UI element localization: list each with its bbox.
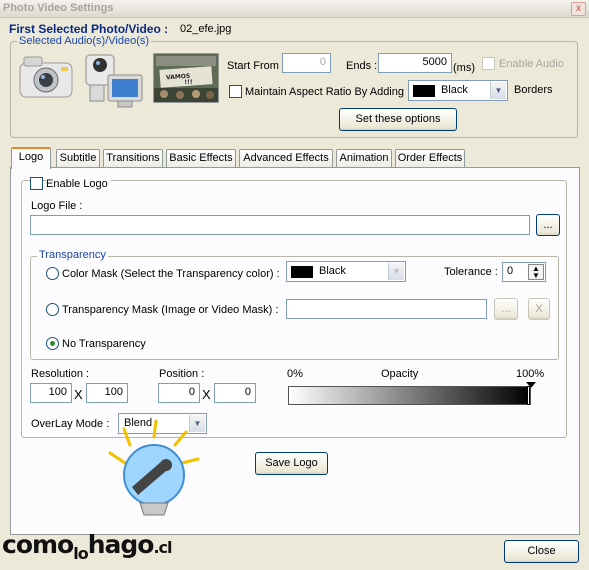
position-x-field[interactable]: 0: [158, 383, 200, 403]
enable-audio-checkbox[interactable]: [482, 57, 495, 70]
ends-label: Ends :: [346, 60, 378, 72]
resolution-label: Resolution :: [31, 368, 90, 380]
enable-logo-checkbox[interactable]: [30, 177, 43, 190]
transparency-mask-label: Transparency Mask (Image or Video Mask) …: [62, 304, 279, 316]
no-transparency-label: No Transparency: [62, 338, 146, 350]
no-transparency-radio[interactable]: [46, 337, 59, 350]
tab-advanced-effects[interactable]: Advanced Effects: [239, 149, 333, 168]
resolution-times-sign: X: [74, 387, 83, 402]
logo-file-browse-button[interactable]: ...: [536, 214, 560, 236]
camera-icon[interactable]: [16, 53, 78, 103]
watermark-lo: lo: [73, 544, 89, 563]
position-label: Position :: [159, 368, 205, 380]
border-color-select[interactable]: Black ▼: [408, 80, 508, 101]
enable-audio-label: Enable Audio: [499, 58, 564, 70]
opacity-label: Opacity: [381, 368, 419, 380]
position-times-sign: X: [202, 387, 211, 402]
transparency-mask-field[interactable]: [286, 299, 487, 319]
transparency-mask-browse-button[interactable]: ...: [494, 298, 518, 320]
tolerance-value: 0: [507, 265, 514, 277]
maintain-aspect-label: Maintain Aspect Ratio By Adding: [245, 86, 404, 98]
opacity-slider-handle[interactable]: [527, 386, 530, 405]
first-selected-value: 02_efe.jpg: [180, 23, 232, 35]
tolerance-label: Tolerance :: [444, 266, 498, 278]
title-bar: Photo Video Settings x: [0, 0, 589, 18]
lightbulb-wrench-icon: [70, 415, 230, 540]
watermark-hago: hago: [87, 530, 155, 559]
tab-basic-effects[interactable]: Basic Effects: [166, 149, 236, 168]
transparency-mask-radio[interactable]: [46, 303, 59, 316]
resolution-width-field[interactable]: 100: [30, 383, 72, 403]
selected-media-group-label: Selected Audio(s)/Video(s): [17, 35, 152, 47]
chevron-down-icon[interactable]: ▼: [490, 82, 506, 99]
tab-transitions[interactable]: Transitions: [103, 149, 163, 168]
border-color-swatch: [413, 85, 435, 97]
color-mask-select[interactable]: Black ▼: [286, 261, 406, 282]
logo-file-field[interactable]: [30, 215, 530, 235]
title-close-button[interactable]: x: [571, 2, 586, 16]
video-camera-monitor-icon[interactable]: [82, 51, 146, 111]
spinner-arrows-icon[interactable]: ▲ ▼: [528, 264, 544, 280]
tab-subtitle[interactable]: Subtitle: [56, 149, 100, 168]
photo-thumbnail[interactable]: VAMOS !!!: [153, 53, 219, 103]
opacity-max-label: 100%: [516, 368, 545, 380]
first-selected-label: First Selected Photo/Video :: [9, 22, 169, 36]
tab-animation[interactable]: Animation: [336, 149, 392, 168]
start-from-label: Start From :: [227, 60, 286, 72]
maintain-aspect-checkbox[interactable]: [229, 85, 242, 98]
color-mask-value: Black: [319, 265, 346, 277]
save-logo-button[interactable]: Save Logo: [255, 452, 328, 475]
transparency-mask-clear-button[interactable]: X: [528, 298, 550, 320]
watermark-como: como: [2, 530, 74, 559]
transparency-group-label: Transparency: [37, 249, 108, 261]
opacity-slider[interactable]: [288, 386, 531, 405]
watermark-logo-text: comolohago.cl: [2, 530, 173, 563]
close-button[interactable]: Close: [504, 540, 579, 563]
resolution-height-field[interactable]: 100: [86, 383, 128, 403]
ends-field[interactable]: 5000: [378, 53, 452, 73]
set-options-button[interactable]: Set these options: [339, 108, 457, 131]
color-mask-label: Color Mask (Select the Transparency colo…: [62, 268, 280, 280]
color-mask-radio[interactable]: [46, 267, 59, 280]
logo-file-label: Logo File :: [31, 200, 83, 212]
enable-logo-label: Enable Logo: [46, 178, 111, 190]
opacity-min-label: 0%: [287, 368, 303, 380]
window-title: Photo Video Settings: [3, 2, 114, 14]
start-from-field[interactable]: 0: [282, 53, 331, 73]
chevron-down-icon[interactable]: ▼: [388, 263, 404, 280]
borders-label: Borders: [514, 84, 553, 96]
position-y-field[interactable]: 0: [214, 383, 256, 403]
color-mask-swatch: [291, 266, 313, 278]
tab-order-effects[interactable]: Order Effects: [395, 149, 465, 168]
svg-text:!!!: !!!: [184, 79, 193, 87]
tab-logo[interactable]: Logo: [11, 147, 51, 169]
border-color-value: Black: [441, 84, 468, 96]
ends-unit-label: (ms): [453, 62, 475, 74]
watermark-cl: .cl: [153, 538, 172, 557]
